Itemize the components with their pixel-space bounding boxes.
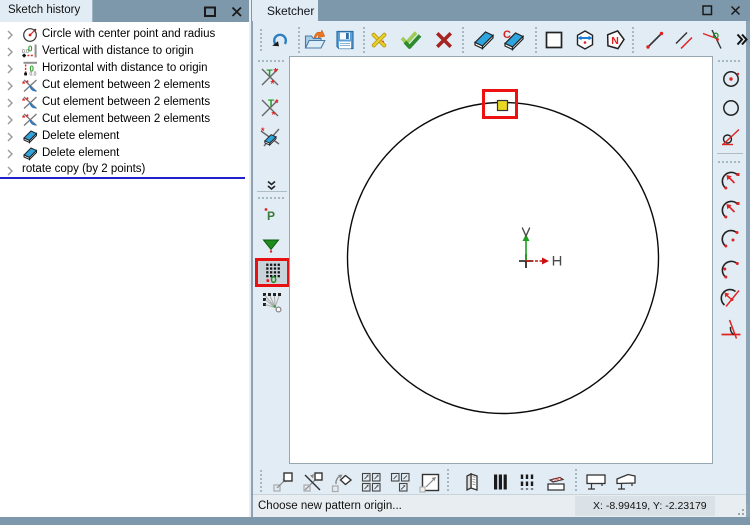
svg-text:*: *	[261, 126, 265, 136]
svg-text:*: *	[26, 80, 29, 87]
svg-text:T: T	[268, 99, 274, 110]
svg-text:*: *	[272, 110, 276, 120]
svg-text:*: *	[271, 79, 275, 89]
svg-text:*: *	[275, 99, 279, 110]
svg-text:CAD: CAD	[552, 476, 563, 483]
svg-text:T: T	[267, 69, 273, 80]
svg-text:0.0: 0.0	[22, 49, 29, 55]
svg-text:N: N	[611, 35, 619, 47]
svg-text:P: P	[267, 209, 275, 223]
svg-text:*: *	[26, 114, 29, 121]
svg-text:*: *	[26, 97, 29, 104]
svg-text:*: *	[274, 67, 278, 78]
svg-text:0.0: 0.0	[30, 72, 37, 78]
